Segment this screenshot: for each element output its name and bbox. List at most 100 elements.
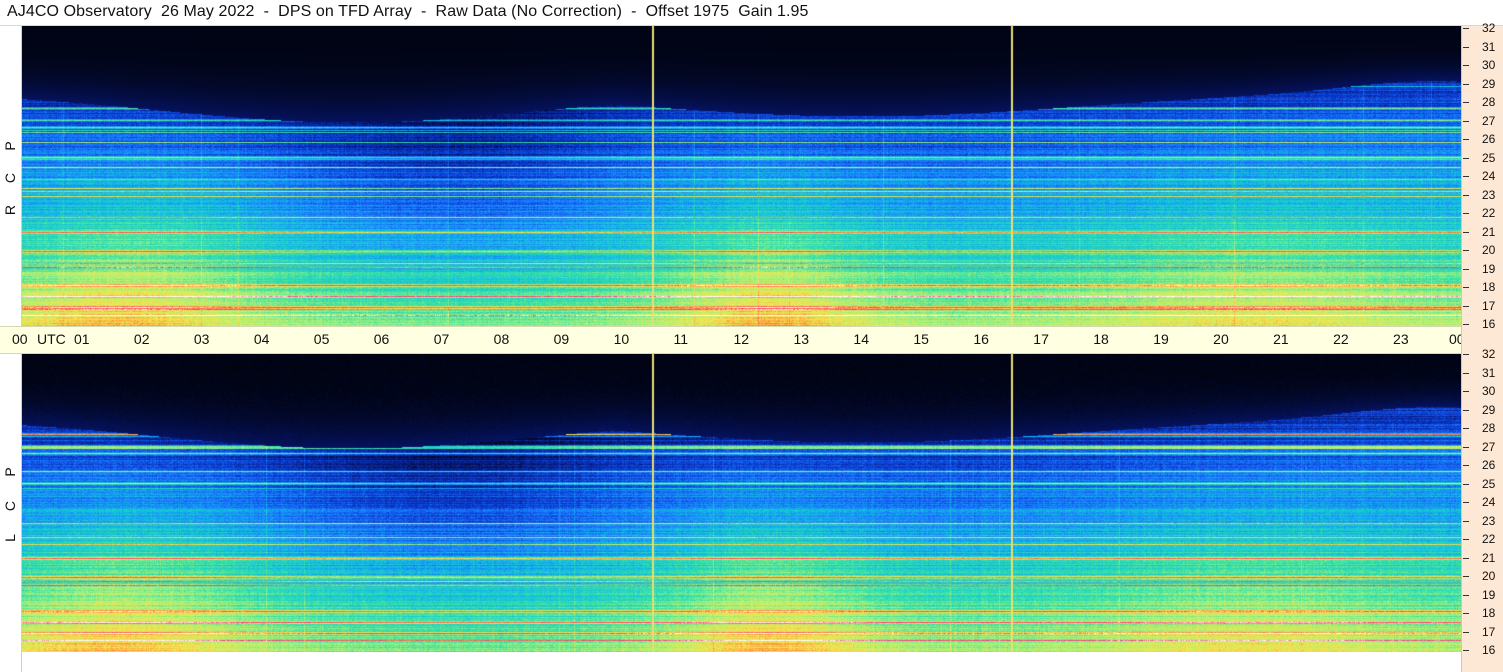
mhz-tick-mark <box>1463 631 1469 633</box>
mhz-tick-label: 20 <box>1482 569 1496 583</box>
mhz-tick-mark <box>1463 520 1469 522</box>
mhz-tick-label: 21 <box>1482 224 1496 239</box>
mhz-tick-mark <box>1463 231 1469 233</box>
mhz-tick-mark <box>1463 287 1469 288</box>
mhz-tick-label: 19 <box>1482 587 1496 602</box>
mhz-tick-label: 20 <box>1482 243 1496 257</box>
utc-tick-label: 00 <box>12 331 28 347</box>
mhz-tick-label: 22 <box>1482 206 1496 220</box>
mhz-tick-label: 17 <box>1482 298 1496 313</box>
mhz-tick-mark <box>1463 391 1469 392</box>
lcp-letter-p: P <box>2 467 18 477</box>
mhz-tick-mark <box>1463 428 1469 429</box>
mhz-tick-label: 16 <box>1482 643 1496 657</box>
mhz-tick-label: 28 <box>1482 95 1496 109</box>
mhz-tick-label: 32 <box>1482 21 1496 35</box>
utc-tick-label: 15 <box>913 331 929 347</box>
mhz-tick-mark <box>1463 650 1469 651</box>
utc-tick-label: 21 <box>1273 331 1289 347</box>
mhz-tick-label: 30 <box>1482 384 1496 398</box>
mhz-tick-label: 22 <box>1482 532 1496 546</box>
mhz-tick-mark <box>1463 465 1469 466</box>
mhz-tick-mark <box>1463 176 1469 177</box>
mhz-tick-mark <box>1463 268 1469 270</box>
mhz-tick-label: 17 <box>1482 624 1496 639</box>
utc-tick-label: 03 <box>193 331 210 347</box>
utc-tick-label: 07 <box>433 331 450 347</box>
mhz-tick-mark <box>1463 83 1469 85</box>
rcp-spectrogram <box>22 26 1461 326</box>
mhz-tick-label: 30 <box>1482 58 1496 72</box>
mhz-tick-label: 32 <box>1482 347 1496 361</box>
mhz-tick-mark <box>1463 576 1469 577</box>
utc-tick-label: 19 <box>1153 331 1169 347</box>
utc-tick-label: 14 <box>853 331 869 347</box>
utc-tick-label: 11 <box>673 331 689 347</box>
utc-tick-label: 22 <box>1333 331 1349 347</box>
mhz-tick-label: 29 <box>1482 402 1496 417</box>
utc-tick-label: 18 <box>1093 331 1109 347</box>
mhz-tick-label: 31 <box>1482 39 1496 54</box>
mhz-tick-mark <box>1463 409 1469 411</box>
mhz-tick-label: 29 <box>1482 76 1496 91</box>
utc-tick-label: 08 <box>493 331 510 347</box>
mhz-tick-label: 26 <box>1482 132 1496 146</box>
mhz-tick-label: 23 <box>1482 513 1496 528</box>
mhz-tick-label: 18 <box>1482 606 1496 620</box>
utc-tick-label: 02 <box>133 331 150 347</box>
mhz-tick-mark <box>1463 139 1469 140</box>
lcp-letter-c: C <box>2 500 18 512</box>
mhz-tick-mark <box>1463 539 1469 540</box>
mhz-tick-mark <box>1463 502 1469 503</box>
utc-tick-label: 09 <box>553 331 570 347</box>
mhz-tick-label: 21 <box>1482 550 1496 565</box>
mhz-tick-mark <box>1463 157 1469 159</box>
utc-tick-label: 01 <box>73 331 90 347</box>
utc-tick-label: 06 <box>373 331 390 347</box>
utc-tick-label: 13 <box>793 331 810 347</box>
lcp-letter-l: L <box>2 534 18 542</box>
utc-tick-label: 05 <box>313 331 330 347</box>
rcp-letter-c: C <box>2 172 18 184</box>
mhz-tick-mark <box>1463 372 1469 374</box>
mhz-tick-mark <box>1463 194 1469 196</box>
mhz-tick-mark <box>1463 65 1469 66</box>
rcp-letter-r: R <box>2 204 18 216</box>
frequency-axis: 32 31 30 29 28 27 26 25 24 23 22 21 20 19 18 17 16 32 31 30… <box>1461 22 1503 672</box>
mhz-tick-label: 23 <box>1482 187 1496 202</box>
utc-tick-label: 12 <box>733 331 750 347</box>
mhz-tick-mark <box>1463 557 1469 559</box>
mhz-tick-mark <box>1463 305 1469 307</box>
mhz-tick-mark <box>1463 354 1469 355</box>
mhz-tick-label: 24 <box>1482 495 1496 509</box>
mhz-tick-label: 19 <box>1482 261 1496 276</box>
mhz-tick-label: 24 <box>1482 169 1496 183</box>
utc-tick-label: 17 <box>1033 331 1049 347</box>
mhz-tick-label: 25 <box>1482 476 1496 491</box>
mhz-tick-mark <box>1463 446 1469 448</box>
mhz-tick-mark <box>1463 46 1469 48</box>
mhz-tick-label: 27 <box>1482 439 1496 454</box>
mhz-tick-label: 27 <box>1482 113 1496 128</box>
chart-title: AJ4CO Observatory 26 May 2022 - DPS on T… <box>7 3 809 20</box>
mhz-tick-mark <box>1463 324 1469 325</box>
mhz-tick-mark <box>1463 102 1469 103</box>
utc-time-axis: 00 01 02 03 04 05 06 07 08 09 10 11 12 13 14 15 16 17 18 19… <box>0 326 1503 354</box>
utc-unit-label: UTC <box>37 331 66 347</box>
mhz-tick-mark <box>1463 594 1469 596</box>
mhz-tick-mark <box>1463 613 1469 614</box>
utc-tick-label: 04 <box>253 331 270 347</box>
utc-tick-label: 23 <box>1393 331 1409 347</box>
mhz-tick-mark <box>1463 250 1469 251</box>
mhz-tick-mark <box>1463 28 1469 29</box>
mhz-tick-mark <box>1463 483 1469 485</box>
mhz-tick-label: 28 <box>1482 421 1496 435</box>
utc-tick-label: 16 <box>973 331 989 347</box>
mhz-tick-label: 31 <box>1482 365 1496 380</box>
mhz-tick-label: 16 <box>1482 317 1496 331</box>
rcp-letter-p: P <box>2 141 18 151</box>
mhz-tick-label: 25 <box>1482 150 1496 165</box>
mhz-tick-mark <box>1463 213 1469 214</box>
mhz-tick-mark <box>1463 120 1469 122</box>
utc-tick-label: 10 <box>613 331 630 347</box>
